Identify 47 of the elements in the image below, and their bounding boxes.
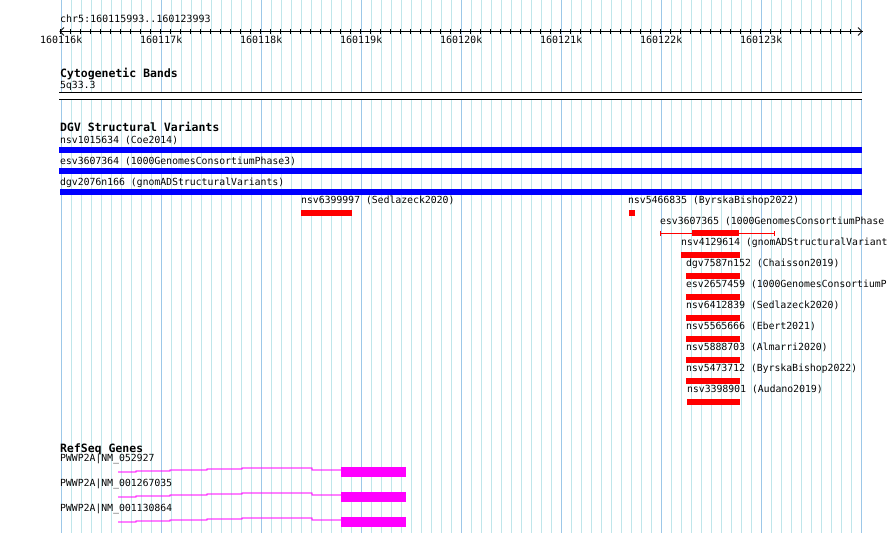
variant-label: nsv4129614 (gnomADStructuralVariant [681,237,888,249]
variant-bar[interactable] [681,252,740,258]
tick-label: 160121k [540,34,582,47]
track-title: RefSeq Genes [60,441,144,455]
variant-label: nsv3398901 (Audano2019) [687,384,823,396]
variant-bar[interactable] [686,315,740,321]
variant-bar[interactable] [60,189,862,195]
variant-bar[interactable] [301,210,352,216]
tick-label: 160119k [340,34,382,47]
variant-label: nsv6412839 (Sedlazeck2020) [686,300,840,312]
variant-bar[interactable] [686,273,740,279]
track-title: DGV Structural Variants [60,120,220,134]
gene-model-drawing[interactable] [118,492,406,502]
gene-label: PWWP2A|NM_001130864 [60,503,172,515]
variant-label: nsv5565666 (Ebert2021) [686,321,816,333]
tick-label: 160118k [240,34,282,47]
variant-label: dgv2076n166 (gnomADStructuralVariants) [60,177,284,189]
gene-label: PWWP2A|NM_052927 [60,453,154,465]
variant-bar[interactable] [629,210,635,216]
variant-span[interactable] [660,230,775,236]
variant-bar[interactable] [59,147,862,153]
variant-label: nsv6399997 (Sedlazeck2020) [301,195,454,207]
variant-label: esv3607365 (1000GenomesConsortiumPhase [660,216,884,228]
variant-bar[interactable] [686,336,740,342]
band-label: 5q33.3 [60,80,96,92]
track-title: Cytogenetic Bands [60,66,178,80]
variant-label: esv3607364 (1000GenomesConsortiumPhase3) [60,156,296,168]
tick-label: 160123k [740,34,782,47]
tick-label: 160117k [140,34,182,47]
variant-label: nsv5473712 (ByrskaBishop2022) [686,363,858,375]
tick-label: 160116k [40,34,82,47]
gene-model-drawing[interactable] [118,467,406,477]
location-label: chr5:160115993..160123993 [60,13,211,26]
variant-bar[interactable] [686,357,740,363]
tick-label: 160122k [640,34,682,47]
variant-bar[interactable] [686,378,740,384]
gene-label: PWWP2A|NM_001267035 [60,478,172,490]
tick-label: 160120k [440,34,482,47]
variant-label: nsv5888703 (Almarri2020) [686,342,828,354]
variant-label: nsv1015634 (Coe2014) [60,135,178,147]
gene-model-drawing[interactable] [118,517,406,527]
variant-bar[interactable] [686,294,740,300]
variant-bar[interactable] [687,399,740,405]
variant-label: nsv5466835 (ByrskaBishop2022) [628,195,800,207]
variant-label: esv2657459 (1000GenomesConsortiumP [686,279,887,291]
variant-bar[interactable] [59,168,862,174]
variant-label: dgv7587n152 (Chaisson2019) [686,258,840,270]
